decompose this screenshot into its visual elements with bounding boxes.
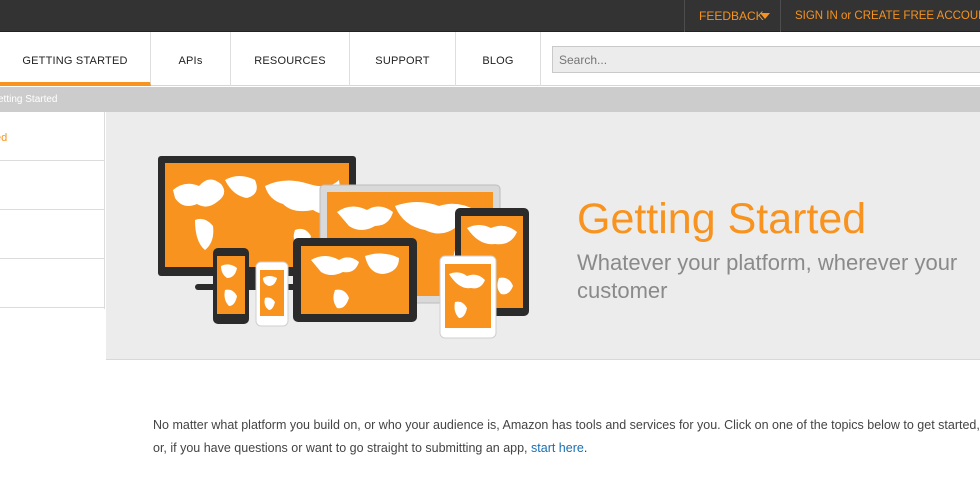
- intro-tail: .: [583, 441, 588, 455]
- signin-link[interactable]: SIGN IN or CREATE FREE ACCOUNT: [795, 0, 980, 32]
- search-input[interactable]: [552, 46, 980, 73]
- sidebar-item[interactable]: [0, 259, 104, 308]
- tablet-icon: [293, 238, 417, 322]
- phone-icon: [255, 261, 289, 327]
- intro-paragraph: No matter what platform you build on, or…: [153, 414, 980, 460]
- breadcrumb: etting Started: [0, 87, 980, 112]
- sidebar: ed: [0, 112, 105, 309]
- sidebar-item[interactable]: [0, 161, 104, 210]
- top-bar: FEEDBACK SIGN IN or CREATE FREE ACCOUNT: [0, 0, 980, 32]
- feedback-link[interactable]: FEEDBACK: [699, 0, 764, 32]
- phone-icon: [213, 248, 249, 324]
- tab-resources[interactable]: RESOURCES: [231, 32, 350, 86]
- tab-support[interactable]: SUPPORT: [350, 32, 456, 86]
- tab-getting-started[interactable]: GETTING STARTED: [0, 32, 151, 86]
- devices-illustration: [158, 156, 529, 339]
- topbar-divider: [684, 0, 685, 32]
- sidebar-item-getting-started[interactable]: ed: [0, 112, 104, 161]
- hero-title: Getting Started: [577, 195, 867, 243]
- chevron-down-icon[interactable]: [760, 13, 770, 19]
- topbar-divider: [780, 0, 781, 32]
- start-here-link[interactable]: start here: [531, 441, 584, 455]
- hero-subtitle: Whatever your platform, wherever your cu…: [577, 250, 958, 303]
- sidebar-item-label: ed: [0, 132, 8, 144]
- breadcrumb-item[interactable]: etting Started: [0, 87, 57, 112]
- tab-apis[interactable]: APIs: [151, 32, 231, 86]
- main-nav: GETTING STARTED APIs RESOURCES SUPPORT B…: [0, 32, 980, 86]
- sidebar-item[interactable]: [0, 210, 104, 259]
- tab-blog[interactable]: BLOG: [456, 32, 541, 86]
- tablet-icon: [439, 255, 497, 339]
